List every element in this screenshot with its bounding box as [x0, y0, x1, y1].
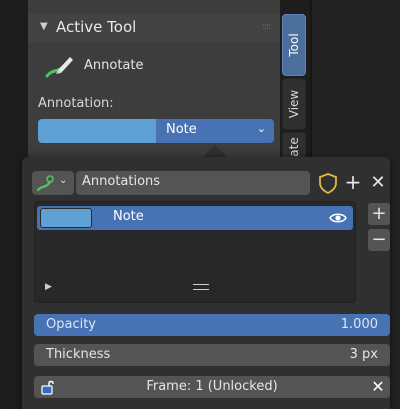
remove-layer-button[interactable]: − — [368, 229, 390, 251]
annotation-popover: ⌄ Annotations + ✕ Note ▶ + − Opacity 1.0… — [22, 157, 390, 409]
annotation-color-swatch[interactable] — [38, 119, 156, 143]
eye-icon[interactable] — [329, 210, 347, 226]
new-datablock-button[interactable]: + — [341, 171, 365, 195]
datablock-name: Annotations — [82, 174, 161, 189]
tab-tool-label: Tool — [287, 33, 301, 57]
thickness-field[interactable]: Thickness 3 px — [34, 344, 390, 366]
active-tool-row[interactable]: Annotate — [40, 52, 240, 82]
collapse-arrow-icon[interactable]: ▼ — [40, 21, 48, 32]
thickness-value: 3 px — [349, 347, 378, 362]
tool-name: Annotate — [84, 58, 144, 73]
annotation-datablock-icon — [36, 175, 54, 192]
layer-color-swatch[interactable] — [40, 208, 92, 228]
frame-lock-row[interactable]: Frame: 1 (Unlocked) ✕ — [34, 376, 390, 398]
tab-view[interactable]: View — [282, 78, 306, 130]
add-layer-button[interactable]: + — [368, 203, 390, 225]
drag-grip-icon[interactable]: :::: — [262, 22, 271, 32]
delete-frame-button[interactable]: ✕ — [366, 376, 390, 398]
panel-title: Active Tool — [56, 18, 137, 36]
annotation-label: Annotation: — [38, 96, 114, 111]
opacity-value: 1.000 — [340, 317, 378, 332]
datablock-header: ⌄ Annotations + ✕ — [32, 171, 388, 195]
popover-pointer — [203, 145, 227, 157]
opacity-slider[interactable]: Opacity 1.000 — [34, 314, 390, 336]
opacity-label: Opacity — [46, 317, 97, 332]
panel-header[interactable]: ▼ Active Tool :::: — [28, 14, 280, 42]
layer-row[interactable]: Note — [37, 206, 353, 230]
list-resize-handle[interactable] — [193, 284, 209, 290]
tab-view-label: View — [287, 89, 301, 119]
frame-label: Frame: 1 (Unlocked) — [146, 379, 278, 394]
annotation-dropdown[interactable]: Note ⌄ — [156, 119, 274, 143]
annotate-pen-icon — [45, 57, 73, 78]
annotation-selector[interactable]: Note ⌄ — [38, 119, 274, 143]
active-tool-panel: ▼ Active Tool :::: Annotate Annotation: … — [28, 0, 280, 160]
chevron-down-icon: ⌄ — [59, 175, 68, 186]
sidebar-tabs: Tool View ate — [282, 14, 308, 162]
fake-user-shield-icon[interactable] — [316, 171, 340, 195]
browse-datablock-button[interactable]: ⌄ — [32, 171, 74, 195]
datablock-name-field[interactable]: Annotations — [76, 171, 310, 195]
annotation-value: Note — [166, 122, 197, 137]
unlink-datablock-button[interactable]: ✕ — [366, 171, 390, 195]
layer-list[interactable]: Note ▶ — [34, 201, 356, 303]
layer-name: Note — [113, 209, 144, 224]
chevron-down-icon: ⌄ — [256, 122, 266, 135]
tab-tool[interactable]: Tool — [282, 14, 306, 76]
expand-triangle-icon[interactable]: ▶ — [45, 282, 52, 292]
thickness-label: Thickness — [46, 347, 111, 362]
tab-annotate-label: ate — [287, 137, 301, 157]
